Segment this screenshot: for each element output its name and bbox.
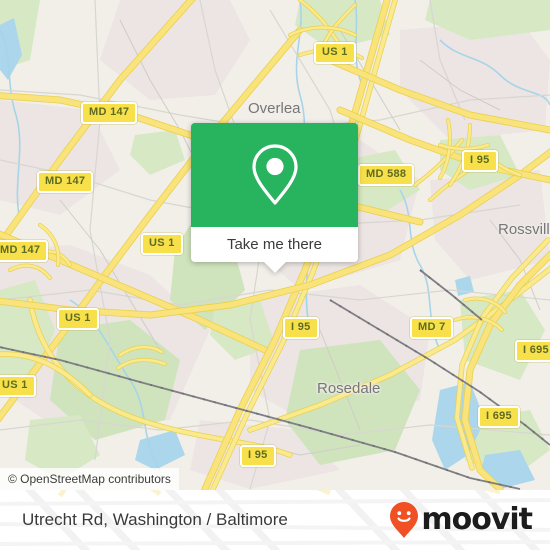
location-title: Utrecht Rd, Washington / Baltimore [22, 510, 288, 529]
destination-callout[interactable]: Take me there [191, 123, 358, 273]
map-canvas[interactable]: .land { fill:#f2efe9; } .urban { fill:#e… [0, 0, 550, 490]
moovit-wordmark: moovit [421, 502, 533, 537]
take-me-there-label: Take me there [226, 236, 323, 253]
callout-image-area [191, 123, 358, 227]
moovit-pin-icon [390, 502, 419, 538]
callout-pointer [263, 262, 286, 273]
location-pin-icon [251, 144, 298, 205]
osm-attribution[interactable]: © OpenStreetMap contributors [0, 468, 179, 490]
callout-action-bar[interactable]: Take me there [191, 227, 358, 262]
moovit-map-screen: .land { fill:#f2efe9; } .urban { fill:#e… [0, 0, 550, 550]
moovit-logo[interactable]: moovit [389, 490, 533, 550]
bottom-info-bar: Utrecht Rd, Washington / Baltimore moovi… [0, 490, 550, 550]
